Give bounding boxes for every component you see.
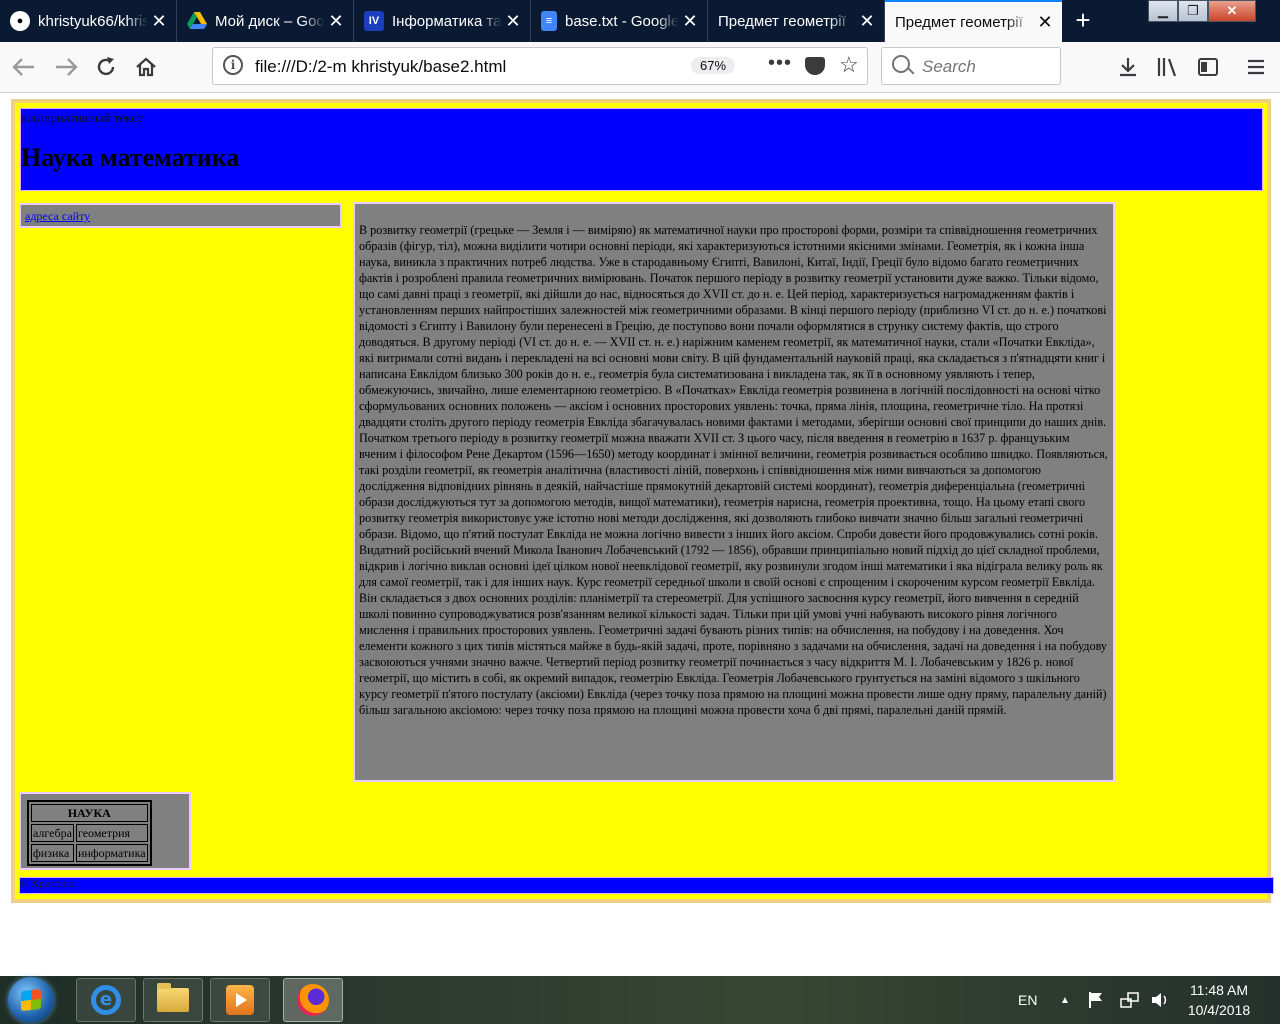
clock-time: 11:48 AM [1189,982,1249,998]
tab-strip: ● khristyuk66/khristyuk ✕ Мой диск – Goo… [0,0,1280,42]
table-row: алгебра геометрия [31,824,148,842]
library-icon[interactable] [1154,53,1182,81]
media-player-icon [226,985,254,1015]
science-table: НАУКА алгебра геометрия физика информати… [27,800,152,866]
tab-label: Предмет геометрії [718,12,846,30]
navigation-toolbar: i file:///D:/2-m khristyuk/base2.html 67… [0,42,1280,93]
site-favicon-icon: IV [364,11,384,31]
article-text: В розвитку геометрії (грецьке — Земля і … [359,223,1108,717]
search-input[interactable] [920,56,1054,78]
pocket-icon[interactable] [805,57,825,75]
show-hidden-icons-icon[interactable]: ▲ [1060,976,1070,1024]
new-tab-button[interactable]: + [1068,4,1098,36]
close-tab-icon[interactable]: ✕ [1034,12,1056,33]
firefox-taskbar-button[interactable] [283,978,343,1022]
tab-label: khristyuk66/khristyuk [38,12,148,30]
home-button[interactable] [132,53,160,81]
action-center-flag-icon[interactable] [1088,976,1104,1024]
page-title: Наука математика [21,143,240,172]
maximize-button[interactable]: ❐ [1178,0,1208,22]
start-button[interactable] [8,977,54,1023]
github-icon: ● [10,11,30,31]
close-tab-icon[interactable]: ✕ [325,11,347,32]
page-header: альтернативный текст Наука математика [20,108,1263,191]
page-viewport: альтернативный текст Наука математика ад… [0,93,1280,976]
page-actions-icon[interactable]: ••• [768,52,792,75]
windows-taskbar: e EN ▲ 11:48 AM 10/4/2018 [0,976,1280,1024]
url-bar[interactable]: i file:///D:/2-m khristyuk/base2.html 67… [212,47,868,85]
network-icon[interactable] [1120,976,1140,1024]
internet-explorer-icon: e [91,985,121,1015]
site-nav: адреса сайту [19,203,342,228]
tab-github[interactable]: ● khristyuk66/khristyuk ✕ [0,0,177,42]
search-icon [892,55,910,73]
table-cell: алгебра [31,824,74,842]
system-clock[interactable]: 11:48 AM 10/4/2018 [1180,980,1258,1020]
tab-label: Мой диск – Google Диск [215,12,325,30]
volume-icon[interactable] [1150,976,1170,1024]
tab-informatics[interactable]: IV Інформатика та ✕ [354,0,531,42]
site-info-icon[interactable]: i [223,55,243,75]
close-tab-icon[interactable]: ✕ [679,11,701,32]
science-table-panel: НАУКА алгебра геометрия физика информати… [19,792,191,870]
reload-button[interactable] [92,53,120,81]
google-docs-icon: ≡ [541,11,557,31]
forward-button[interactable] [52,53,80,81]
firefox-icon [297,984,329,1016]
close-tab-icon[interactable]: ✕ [148,11,170,32]
tab-google-drive[interactable]: Мой диск – Google Диск ✕ [177,0,354,42]
language-indicator[interactable]: EN [1018,976,1037,1024]
internet-explorer-button[interactable]: e [76,978,136,1022]
table-cell: информатика [75,844,148,862]
folder-icon [157,983,189,1012]
window-controls: ▁ ❐ ✕ [1148,0,1256,22]
tab-label: base.txt - Google Диск [565,12,679,30]
sidebar-icon[interactable] [1194,53,1222,81]
media-player-button[interactable] [210,978,270,1022]
header-alt-text: альтернативный текст [21,110,143,125]
close-tab-icon[interactable]: ✕ [502,11,524,32]
minimize-button[interactable]: ▁ [1148,0,1178,22]
page-footer: © Христюк [19,877,1274,894]
tab-label: Предмет геометрії [895,13,1023,31]
url-text[interactable]: file:///D:/2-m khristyuk/base2.html [255,57,506,77]
footer-text: © Христюк [20,878,74,890]
table-row: физика информатика [31,844,148,862]
clock-date: 10/4/2018 [1187,1002,1251,1018]
tab-label: Інформатика та [392,12,502,30]
close-window-button[interactable]: ✕ [1208,0,1256,22]
back-button[interactable] [10,53,38,81]
search-box[interactable] [881,47,1061,85]
table-header: НАУКА [31,804,148,822]
table-cell: физика [31,844,74,862]
tab-geometry-active[interactable]: Предмет геометрії ✕ [885,0,1062,42]
bookmark-star-icon[interactable]: ☆ [839,52,859,78]
tab-base-txt[interactable]: ≡ base.txt - Google Диск ✕ [531,0,708,42]
close-tab-icon[interactable]: ✕ [856,11,878,32]
google-drive-icon [187,11,207,31]
site-address-link[interactable]: адреса сайту [25,209,90,224]
tab-geometry-1[interactable]: Предмет геометрії ✕ [708,0,885,42]
zoom-indicator[interactable]: 67% [691,57,736,74]
page-wrapper: альтернативный текст Наука математика ад… [11,99,1274,903]
menu-icon[interactable] [1242,53,1270,81]
article-panel: В розвитку геометрії (грецьке — Земля і … [353,202,1115,782]
table-cell: геометрия [75,824,148,842]
downloads-icon[interactable] [1114,53,1142,81]
file-explorer-button[interactable] [143,978,203,1022]
